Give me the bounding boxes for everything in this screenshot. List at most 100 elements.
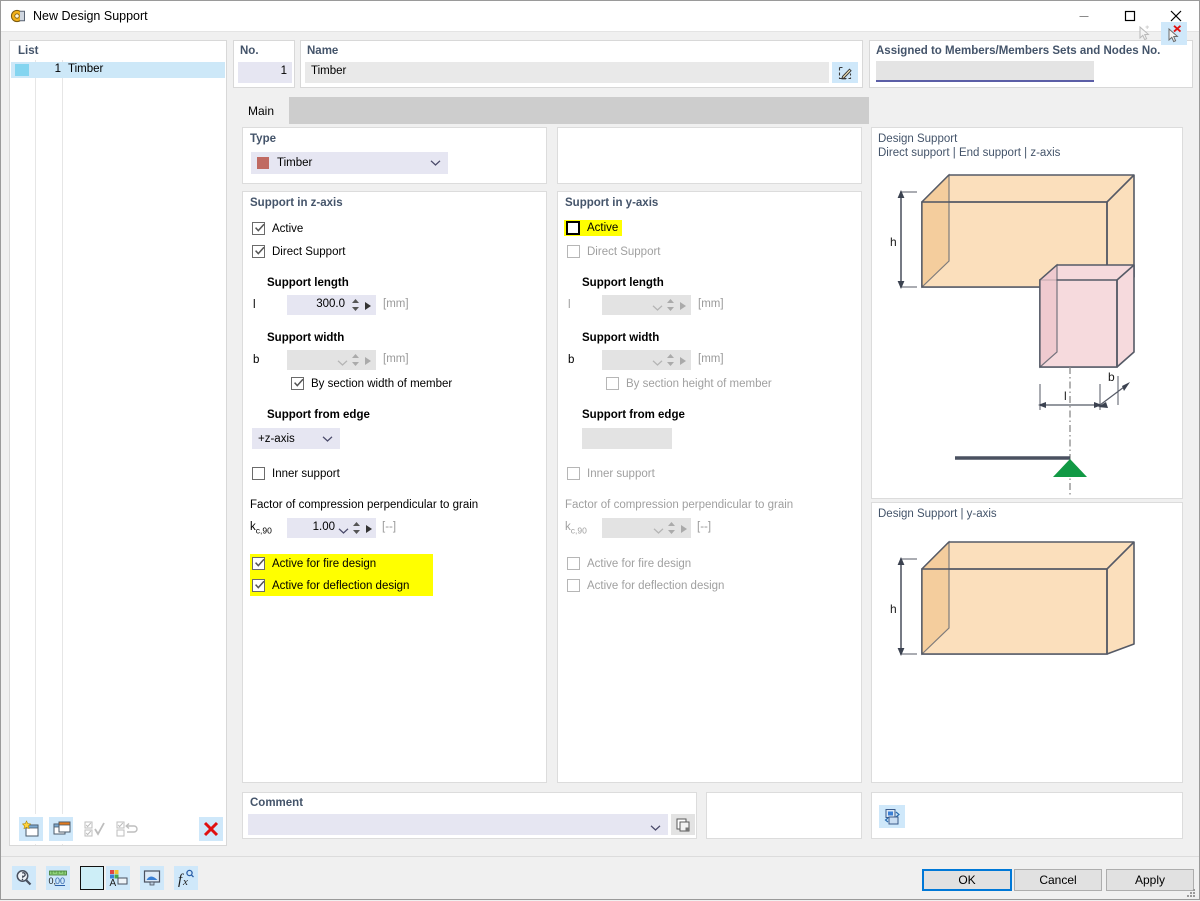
support-z-fire-checkbox[interactable]: Active for fire design [252, 557, 376, 570]
support-z-edge-combobox[interactable]: +z-axis [252, 428, 340, 449]
spinner-up-down-icon[interactable] [351, 298, 360, 315]
clear-cursor-icon[interactable] [1161, 22, 1187, 45]
support-y-width-label: Support width [582, 332, 659, 344]
support-y-edge-combobox [582, 428, 672, 449]
no-value-field[interactable]: 1 [238, 62, 292, 83]
ok-button[interactable]: OK [922, 869, 1012, 891]
type-value: Timber [277, 157, 312, 169]
spinner-play-icon[interactable] [365, 523, 373, 537]
chevron-down-icon[interactable] [338, 524, 349, 538]
illustration-toolbar-group [871, 792, 1183, 839]
cancel-button-label: Cancel [1039, 873, 1076, 887]
dialog-window: New Design Support List 1 Timber [0, 0, 1200, 900]
export-image-icon[interactable] [879, 805, 905, 828]
check-icon [293, 377, 305, 389]
list-column-divider-2 [62, 60, 63, 845]
checkbox-box [606, 377, 619, 390]
support-y-active-checkbox[interactable]: Active [564, 220, 622, 236]
spinner-up-down-icon[interactable] [352, 521, 361, 538]
comment-group: Comment [242, 792, 697, 839]
support-y-kc90-symbol: kc,90 [565, 521, 587, 535]
comment-input[interactable] [248, 814, 668, 835]
copy-item-button[interactable] [49, 817, 73, 841]
support-z-group: Support in z-axis Active Direct Support … [242, 191, 547, 783]
chevron-down-icon [653, 524, 664, 538]
support-z-kc90-symbol: kc,90 [250, 521, 272, 535]
kc90-sub: c,90 [256, 525, 272, 535]
support-y-inner-label: Inner support [587, 468, 655, 480]
support-y-length-symbol: l [568, 299, 571, 311]
support-y-group: Support in y-axis Active Direct Support … [557, 191, 862, 783]
chevron-down-icon [322, 432, 333, 446]
name-input[interactable]: Timber [305, 62, 829, 83]
apply-button-label: Apply [1135, 873, 1165, 887]
render-view-icon[interactable] [140, 866, 164, 890]
edit-pencil-icon[interactable] [832, 62, 858, 83]
delete-item-button[interactable] [199, 817, 223, 841]
support-z-fire-label: Active for fire design [272, 558, 376, 570]
support-z-inner-label: Inner support [272, 468, 340, 480]
no-group: No. 1 [233, 40, 295, 88]
display-properties-icon[interactable]: A [106, 866, 130, 890]
resize-grip[interactable] [1186, 887, 1196, 897]
support-z-by-section-checkbox[interactable]: By section width of member [291, 377, 452, 390]
support-z-kc90-field[interactable]: 1.00 [287, 518, 376, 538]
chevron-down-icon [430, 156, 441, 170]
name-label: Name [307, 45, 338, 57]
support-z-kc90-label: Factor of compression perpendicular to g… [250, 499, 478, 511]
list-toolbar [11, 814, 225, 844]
type-combobox[interactable]: Timber [251, 152, 448, 174]
support-z-inner-checkbox[interactable]: Inner support [252, 467, 340, 480]
color-swatch-icon[interactable] [80, 866, 104, 890]
info-magnifier-icon[interactable] [12, 866, 36, 890]
checkbox-box [567, 579, 580, 592]
select-all-button [83, 817, 107, 841]
support-z-active-checkbox[interactable]: Active [252, 222, 303, 235]
support-y-width-field [602, 350, 691, 370]
support-z-length-field[interactable]: 300.0 [287, 295, 376, 315]
check-icon [254, 222, 266, 234]
design-support-z-diagram: h l b [872, 162, 1182, 497]
support-z-width-label: Support width [267, 332, 344, 344]
units-decimal-icon[interactable]: 0, 00 [46, 866, 70, 890]
new-item-button[interactable] [19, 817, 43, 841]
support-z-deflection-checkbox[interactable]: Active for deflection design [252, 579, 409, 592]
cancel-button[interactable]: Cancel [1014, 869, 1102, 891]
support-z-label: Support in z-axis [250, 197, 343, 209]
support-z-width-unit: [mm] [383, 353, 409, 365]
spinner-play-icon[interactable] [364, 300, 372, 314]
support-z-direct-label: Direct Support [272, 246, 346, 258]
checkbox-box [252, 557, 265, 570]
support-y-deflection-label: Active for deflection design [587, 580, 724, 592]
support-y-fire-checkbox: Active for fire design [567, 557, 691, 570]
formula-icon[interactable]: f x [174, 866, 198, 890]
illustration-z-panel: Design Support Direct support | End supp… [871, 127, 1183, 499]
checkbox-box [567, 557, 580, 570]
list-item[interactable]: 1 Timber [11, 62, 225, 78]
chevron-down-icon[interactable] [650, 821, 661, 835]
spinner-up-down-icon [666, 353, 675, 370]
name-group: Name Timber [300, 40, 863, 88]
tab-main[interactable]: Main [233, 97, 289, 124]
minimize-button[interactable] [1061, 1, 1107, 31]
support-y-fire-label: Active for fire design [587, 558, 691, 570]
support-y-length-unit: [mm] [698, 298, 724, 310]
illustration-z-title-line2: Direct support | End support | z-axis [878, 146, 1060, 160]
check-icon [254, 579, 266, 591]
svg-text:x: x [182, 876, 188, 887]
invert-selection-button [115, 817, 139, 841]
pick-cursor-icon[interactable] [1132, 22, 1158, 45]
spinner-up-down-icon [667, 521, 676, 538]
support-y-deflection-checkbox: Active for deflection design [567, 579, 724, 592]
checkbox-box [252, 222, 265, 235]
apply-button[interactable]: Apply [1106, 869, 1194, 891]
support-z-kc90-value: 1.00 [293, 521, 335, 533]
assigned-input[interactable] [876, 61, 1094, 82]
illustration-y-title: Design Support | y-axis [878, 507, 997, 521]
support-z-by-section-label: By section width of member [311, 378, 452, 390]
support-z-edge-label: Support from edge [267, 409, 370, 421]
spinner-play-icon [679, 355, 687, 369]
support-z-direct-checkbox[interactable]: Direct Support [252, 245, 346, 258]
blank-group [557, 127, 862, 184]
copy-comment-icon[interactable] [671, 814, 695, 835]
